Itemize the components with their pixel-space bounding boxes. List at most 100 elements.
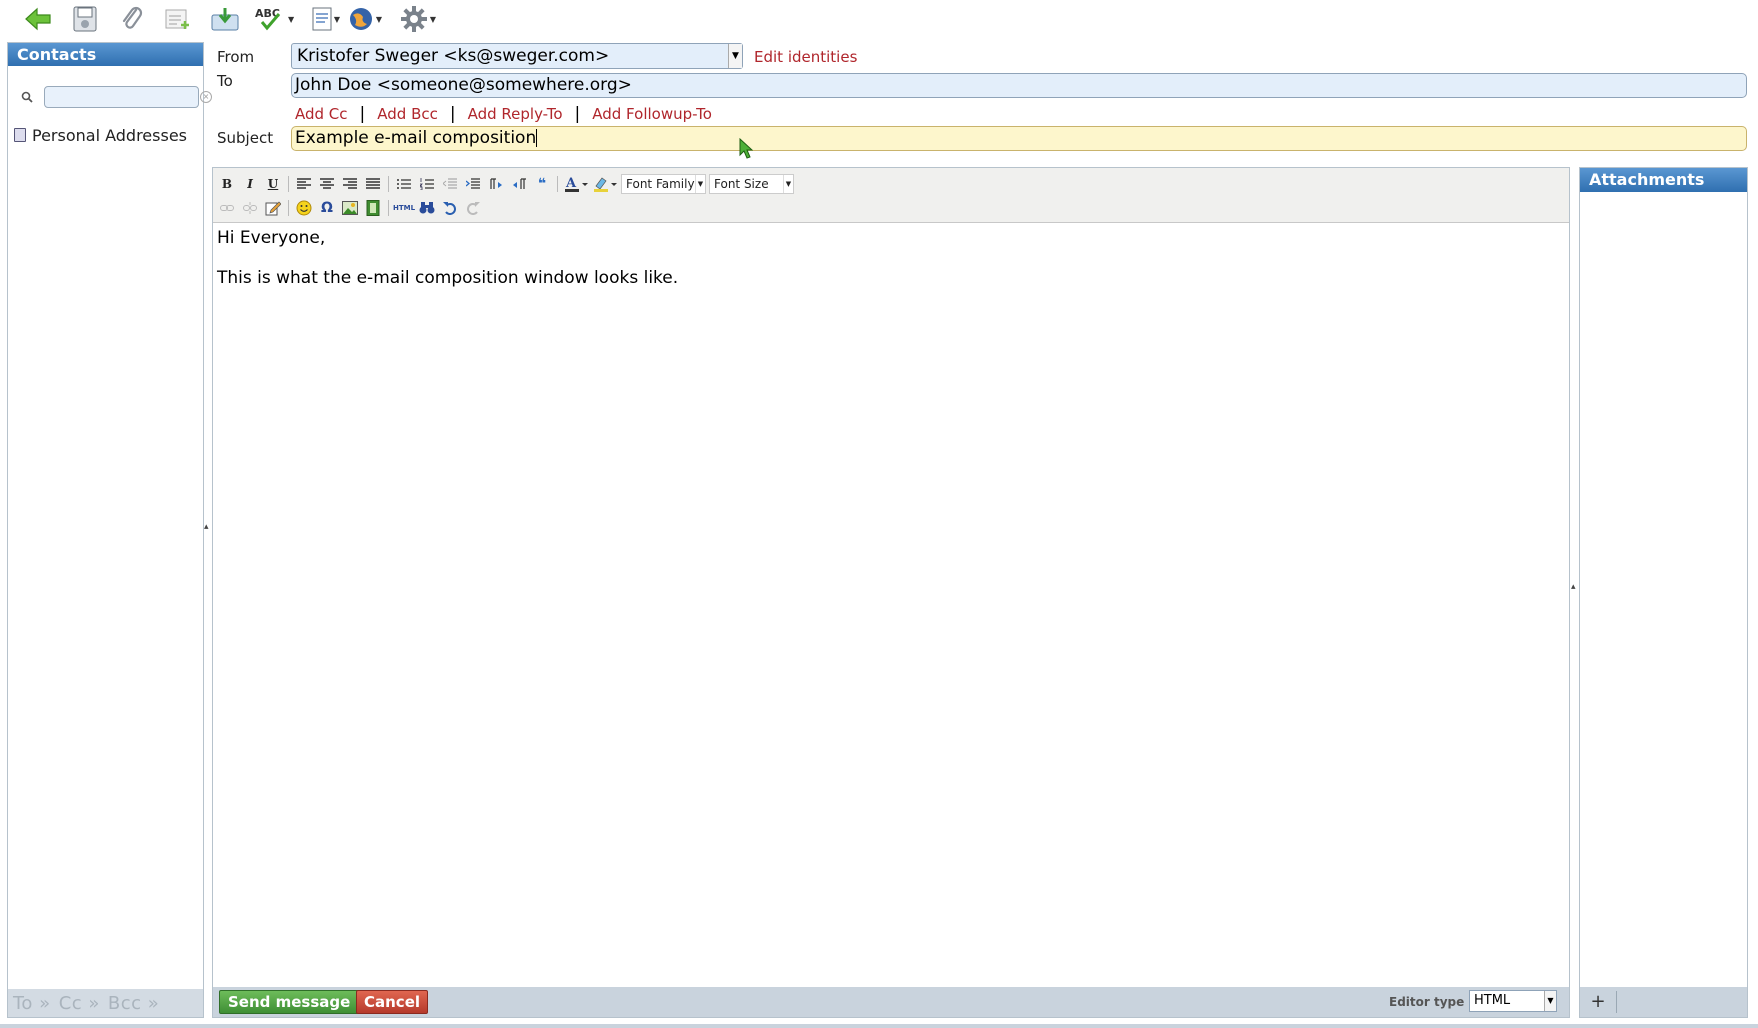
link-button[interactable] (217, 198, 237, 218)
mouse-cursor-icon (739, 138, 753, 159)
outdent-button[interactable] (440, 174, 460, 194)
undo-button[interactable] (440, 198, 460, 218)
font-size-select[interactable]: Font Size ▼ (709, 174, 794, 194)
toolbar-separator (388, 200, 389, 216)
outdent-icon (443, 178, 457, 189)
signature-button[interactable] (163, 4, 193, 34)
right-splitter[interactable]: ▴ (1571, 582, 1576, 592)
contacts-panel: Contacts × Personal Addresses To » Cc » … (7, 42, 212, 1018)
attachments-title: Attachments (1580, 168, 1747, 192)
contacts-search: × (16, 85, 212, 109)
font-family-select[interactable]: Font Family ▼ (621, 174, 706, 194)
to-field[interactable]: John Doe <someone@somewhere.org> (291, 73, 1747, 98)
align-right-icon (343, 178, 357, 189)
editor-type-value: HTML (1474, 993, 1511, 1008)
link-separator: | (449, 104, 456, 124)
message-editor: B I U ❝ A Font Family ▼ Font Size ▼ Ω HT… (212, 167, 1570, 1018)
editor-type-select[interactable]: HTML ▼ (1469, 990, 1557, 1012)
reset-search-icon[interactable]: × (200, 91, 212, 103)
background-color-button[interactable] (592, 174, 618, 194)
quote-icon: ❝ (537, 176, 547, 192)
underline-button[interactable]: U (263, 174, 283, 194)
align-left-icon (297, 178, 311, 189)
paperclip-icon (122, 6, 143, 29)
omega-icon: Ω (321, 200, 333, 216)
redo-button[interactable] (463, 198, 483, 218)
responses-button[interactable]: ▼ (311, 4, 341, 34)
toolbar-separator (557, 176, 558, 192)
add-attachment-button[interactable]: + (1588, 991, 1608, 1013)
bullet-list-button[interactable] (394, 174, 414, 194)
editor-footer: Send message Cancel Editor type HTML ▼ (213, 987, 1569, 1017)
numbered-list-icon (420, 178, 434, 190)
import-button[interactable] (209, 4, 241, 34)
align-justify-button[interactable] (363, 174, 383, 194)
insert-to-button[interactable]: To » (13, 993, 51, 1014)
edit-document-icon (265, 201, 281, 216)
indent-icon (466, 178, 480, 189)
align-left-button[interactable] (294, 174, 314, 194)
italic-button[interactable]: I (240, 174, 260, 194)
html-button[interactable]: HTML (392, 198, 416, 218)
gear-icon (400, 6, 427, 32)
search-replace-button[interactable] (417, 198, 437, 218)
message-body[interactable]: Hi Everyone, This is what the e-mail com… (217, 228, 678, 308)
emoticons-button[interactable] (294, 198, 314, 218)
chevron-down-icon: ▼ (728, 44, 742, 68)
rtl-button[interactable] (509, 174, 529, 194)
bullet-list-icon (397, 179, 411, 189)
from-select[interactable]: Kristofer Sweger <ks@sweger.com> ▼ (291, 43, 743, 69)
subject-field[interactable]: Example e-mail composition (291, 126, 1747, 151)
add-bcc-link[interactable]: Add Bcc (377, 105, 438, 123)
redo-icon (467, 202, 480, 215)
back-button[interactable] (22, 4, 54, 34)
indent-button[interactable] (463, 174, 483, 194)
options-button[interactable]: ▼ (399, 4, 437, 34)
search-icon (21, 91, 33, 103)
addressbook-item-personal[interactable]: Personal Addresses (14, 123, 187, 147)
numbered-list-button[interactable] (417, 174, 437, 194)
insert-bcc-button[interactable]: Bcc » (108, 993, 159, 1014)
source-code-button[interactable] (263, 198, 283, 218)
spellcheck-button[interactable]: ABC ▼ (254, 4, 304, 34)
enigma-button[interactable]: ▼ (347, 4, 383, 34)
image-icon (342, 201, 358, 215)
send-message-button[interactable]: Send message (219, 990, 360, 1014)
align-center-button[interactable] (317, 174, 337, 194)
add-cc-link[interactable]: Add Cc (295, 105, 348, 123)
main-toolbar: ABC ▼ ▼ ▼ ▼ (0, 0, 1758, 38)
align-center-icon (320, 178, 334, 189)
save-button[interactable] (70, 4, 100, 34)
from-label: From (217, 48, 255, 66)
ltr-button[interactable] (486, 174, 506, 194)
align-right-button[interactable] (340, 174, 360, 194)
floppy-disk-icon (73, 6, 97, 32)
cancel-button[interactable]: Cancel (356, 990, 429, 1014)
contacts-search-input[interactable] (44, 86, 199, 108)
chevron-down-icon: ▼ (695, 175, 705, 193)
bold-button[interactable]: B (217, 174, 237, 194)
download-box-icon (211, 8, 239, 31)
font-family-value: Font Family (626, 177, 695, 191)
attach-button[interactable] (117, 4, 147, 34)
text-caret (536, 129, 538, 147)
editor-toolbar: B I U ❝ A Font Family ▼ Font Size ▼ Ω HT… (213, 168, 1569, 223)
left-splitter[interactable]: ▴ (204, 522, 209, 532)
insert-cc-button[interactable]: Cc » (59, 993, 100, 1014)
add-reply-to-link[interactable]: Add Reply-To (468, 105, 563, 123)
text-color-button[interactable]: A (563, 174, 589, 194)
special-char-button[interactable]: Ω (317, 198, 337, 218)
bottom-border (0, 1024, 1758, 1028)
film-icon (366, 200, 380, 216)
toolbar-separator (288, 200, 289, 216)
toolbar-separator (388, 176, 389, 192)
blockquote-button[interactable]: ❝ (532, 174, 552, 194)
edit-identities-link[interactable]: Edit identities (754, 48, 857, 66)
unlink-button[interactable] (240, 198, 260, 218)
chevron-down-icon: ▼ (429, 14, 437, 24)
add-followup-to-link[interactable]: Add Followup-To (592, 105, 712, 123)
html-icon: HTML (392, 204, 416, 212)
image-button[interactable] (340, 198, 360, 218)
media-button[interactable] (363, 198, 383, 218)
document-icon (312, 7, 332, 31)
